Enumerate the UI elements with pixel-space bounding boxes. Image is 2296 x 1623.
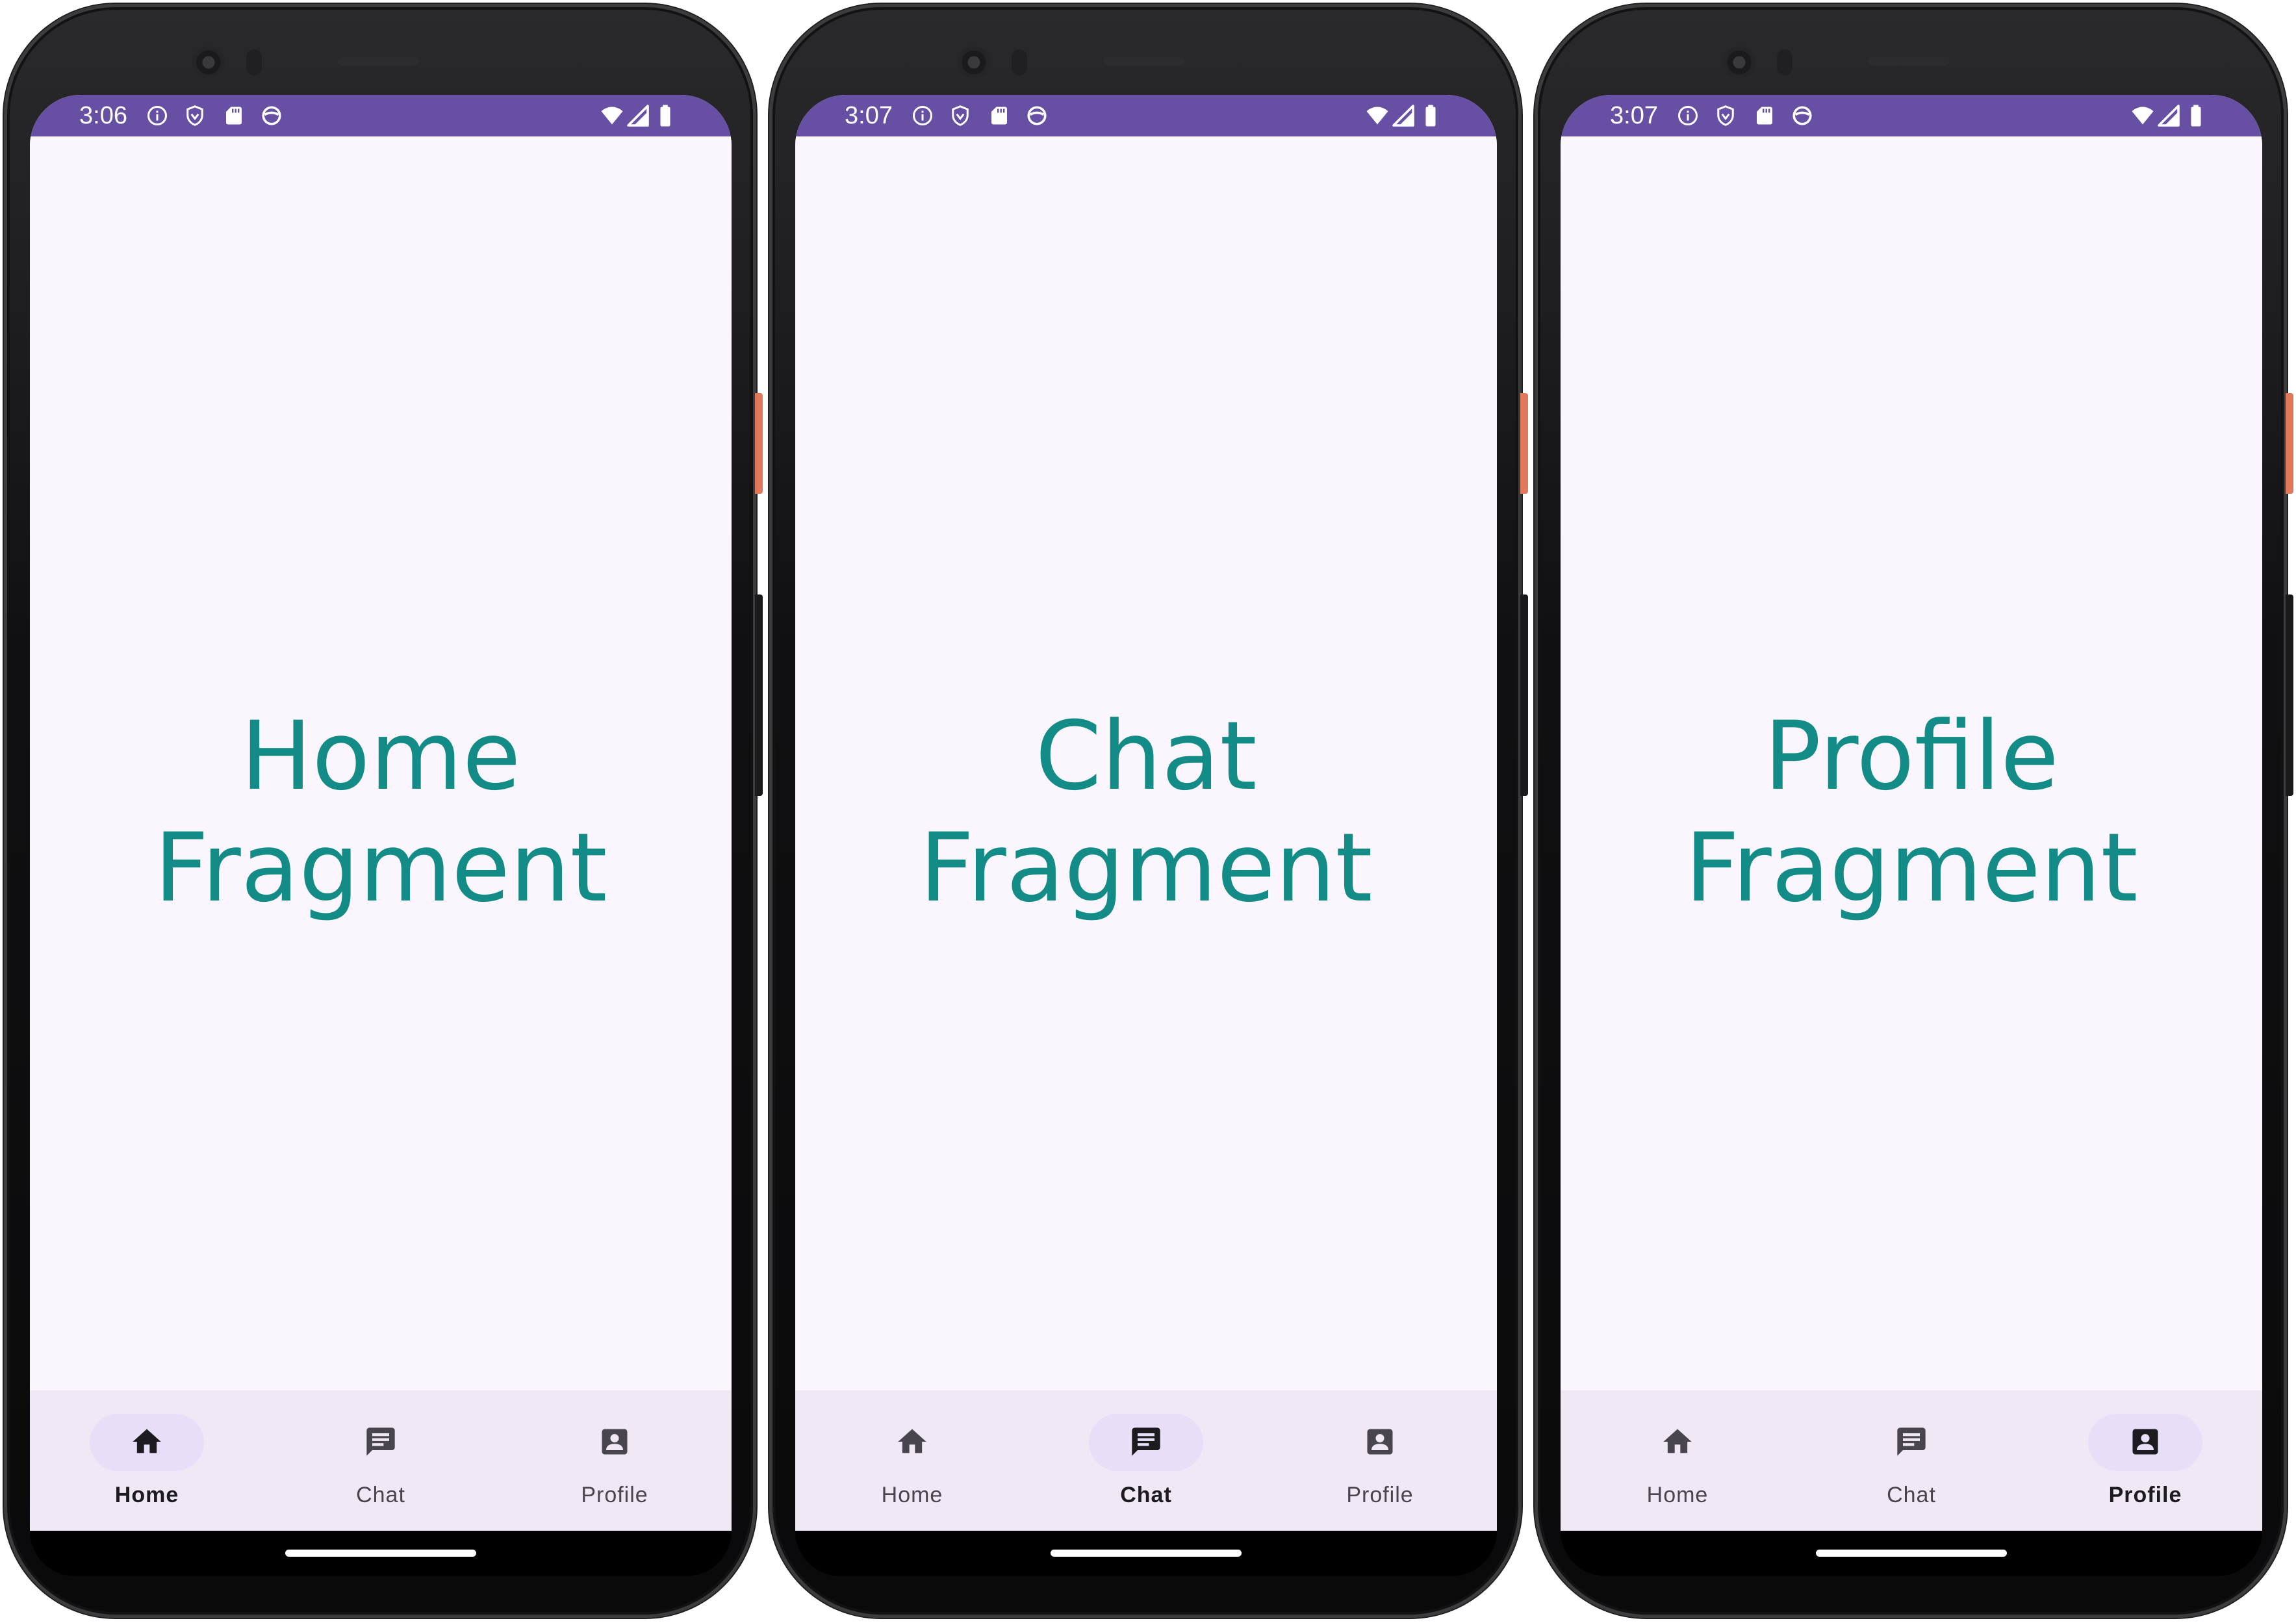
fragment-title-line2: Fragment [154,813,607,923]
nav-item-home[interactable]: Home [795,1390,1029,1531]
info-icon [1676,104,1700,127]
nav-item-profile[interactable]: Profile [2028,1390,2262,1531]
volume-button [755,594,763,796]
phone-3: 3:07 Profile Fragment Home Chat Profile [1531,0,2293,1623]
gesture-navigation-area [795,1531,1497,1576]
sync-icon [1025,104,1049,127]
nav-label-home: Home [1646,1483,1709,1507]
gesture-navigation-area [30,1531,732,1576]
status-time: 3:07 [1610,102,1658,129]
status-bar: 3:07 [795,95,1497,136]
bottom-navigation: Home Chat Profile [795,1390,1497,1531]
battery-icon [1419,104,1442,127]
phone-screen: 3:07 [1561,95,2262,1531]
wifi-icon [2131,104,2154,127]
nav-label-profile: Profile [2108,1483,2182,1507]
nav-item-home[interactable]: Home [30,1390,264,1531]
battery-icon [654,104,677,127]
bottom-navigation: Home Chat Profile [1561,1390,2262,1531]
home-gesture-handle[interactable] [1051,1550,1242,1557]
nav-item-profile[interactable]: Profile [498,1390,732,1531]
power-button [2286,393,2293,494]
nav-item-chat[interactable]: Chat [1029,1390,1263,1531]
nav-item-chat[interactable]: Chat [264,1390,498,1531]
phone-2: 3:07 Chat Fragment Home Chat Profile [765,0,1528,1623]
fragment-title: Home Fragment [30,700,732,924]
profile-icon [2128,1425,2162,1459]
nav-label-chat: Chat [1887,1483,1936,1507]
signal-icon [1392,104,1415,127]
status-bar: 3:06 [30,95,732,136]
shield-icon [1714,104,1737,127]
volume-button [1520,594,1528,796]
fragment-container: Profile Fragment [1561,136,2262,1390]
nav-label-chat: Chat [1120,1483,1172,1507]
earpiece-speaker [338,57,419,66]
power-button [755,393,763,494]
fragment-title: Chat Fragment [795,700,1497,924]
signal-icon [626,104,650,127]
bottom-navigation: Home Chat Profile [30,1390,732,1531]
front-camera-icon [192,46,225,79]
nav-label-home: Home [114,1483,179,1507]
proximity-sensor [1012,49,1027,75]
gesture-navigation-area [1561,1531,2262,1576]
nav-item-home[interactable]: Home [1561,1390,1794,1531]
nav-label-chat: Chat [356,1483,405,1507]
front-camera-icon [1723,46,1755,79]
chat-icon [1129,1425,1163,1459]
wifi-icon [1366,104,1389,127]
sync-icon [260,104,283,127]
home-gesture-handle[interactable] [285,1550,476,1557]
status-time: 3:06 [79,102,127,129]
fragment-container: Chat Fragment [795,136,1497,1390]
fragment-title: Profile Fragment [1561,700,2262,924]
power-button [1520,393,1528,494]
phone-screen: 3:07 [795,95,1497,1531]
home-gesture-handle[interactable] [1816,1550,2007,1557]
earpiece-speaker [1103,57,1184,66]
nav-item-chat[interactable]: Chat [1794,1390,2028,1531]
fragment-title-line1: Home [240,701,521,812]
proximity-sensor [246,49,262,75]
fragment-title-line1: Profile [1764,701,2059,812]
signal-icon [2157,104,2180,127]
home-icon [130,1425,164,1459]
info-icon [146,104,169,127]
profile-icon [598,1425,631,1459]
home-icon [1661,1425,1694,1459]
phone-1: 3:06 Home Fragment Home Chat Profile [0,0,763,1623]
sd-card-icon [988,104,1011,127]
battery-icon [2184,104,2208,127]
wifi-icon [600,104,624,127]
fragment-container: Home Fragment [30,136,732,1390]
fragment-title-line1: Chat [1035,701,1257,812]
sd-card-icon [222,104,246,127]
screenshot-canvas: 3:06 Home Fragment Home Chat Profile 3:0… [0,0,2296,1623]
earpiece-speaker [1869,57,1950,66]
info-icon [911,104,934,127]
nav-label-home: Home [881,1483,943,1507]
phone-screen: 3:06 Home Fragment Home Chat Profile [30,95,732,1531]
fragment-title-line2: Fragment [1685,813,2138,923]
chat-icon [364,1425,398,1459]
status-time: 3:07 [845,102,893,129]
shield-icon [183,104,207,127]
front-camera-icon [958,46,990,79]
status-bar: 3:07 [1561,95,2262,136]
nav-item-profile[interactable]: Profile [1263,1390,1497,1531]
nav-label-profile: Profile [1346,1483,1414,1507]
shield-icon [949,104,972,127]
profile-icon [1363,1425,1397,1459]
nav-label-profile: Profile [581,1483,648,1507]
chat-icon [1894,1425,1928,1459]
proximity-sensor [1777,49,1792,75]
sync-icon [1791,104,1814,127]
fragment-title-line2: Fragment [919,813,1373,923]
home-icon [895,1425,929,1459]
sd-card-icon [1753,104,1776,127]
volume-button [2286,594,2293,796]
